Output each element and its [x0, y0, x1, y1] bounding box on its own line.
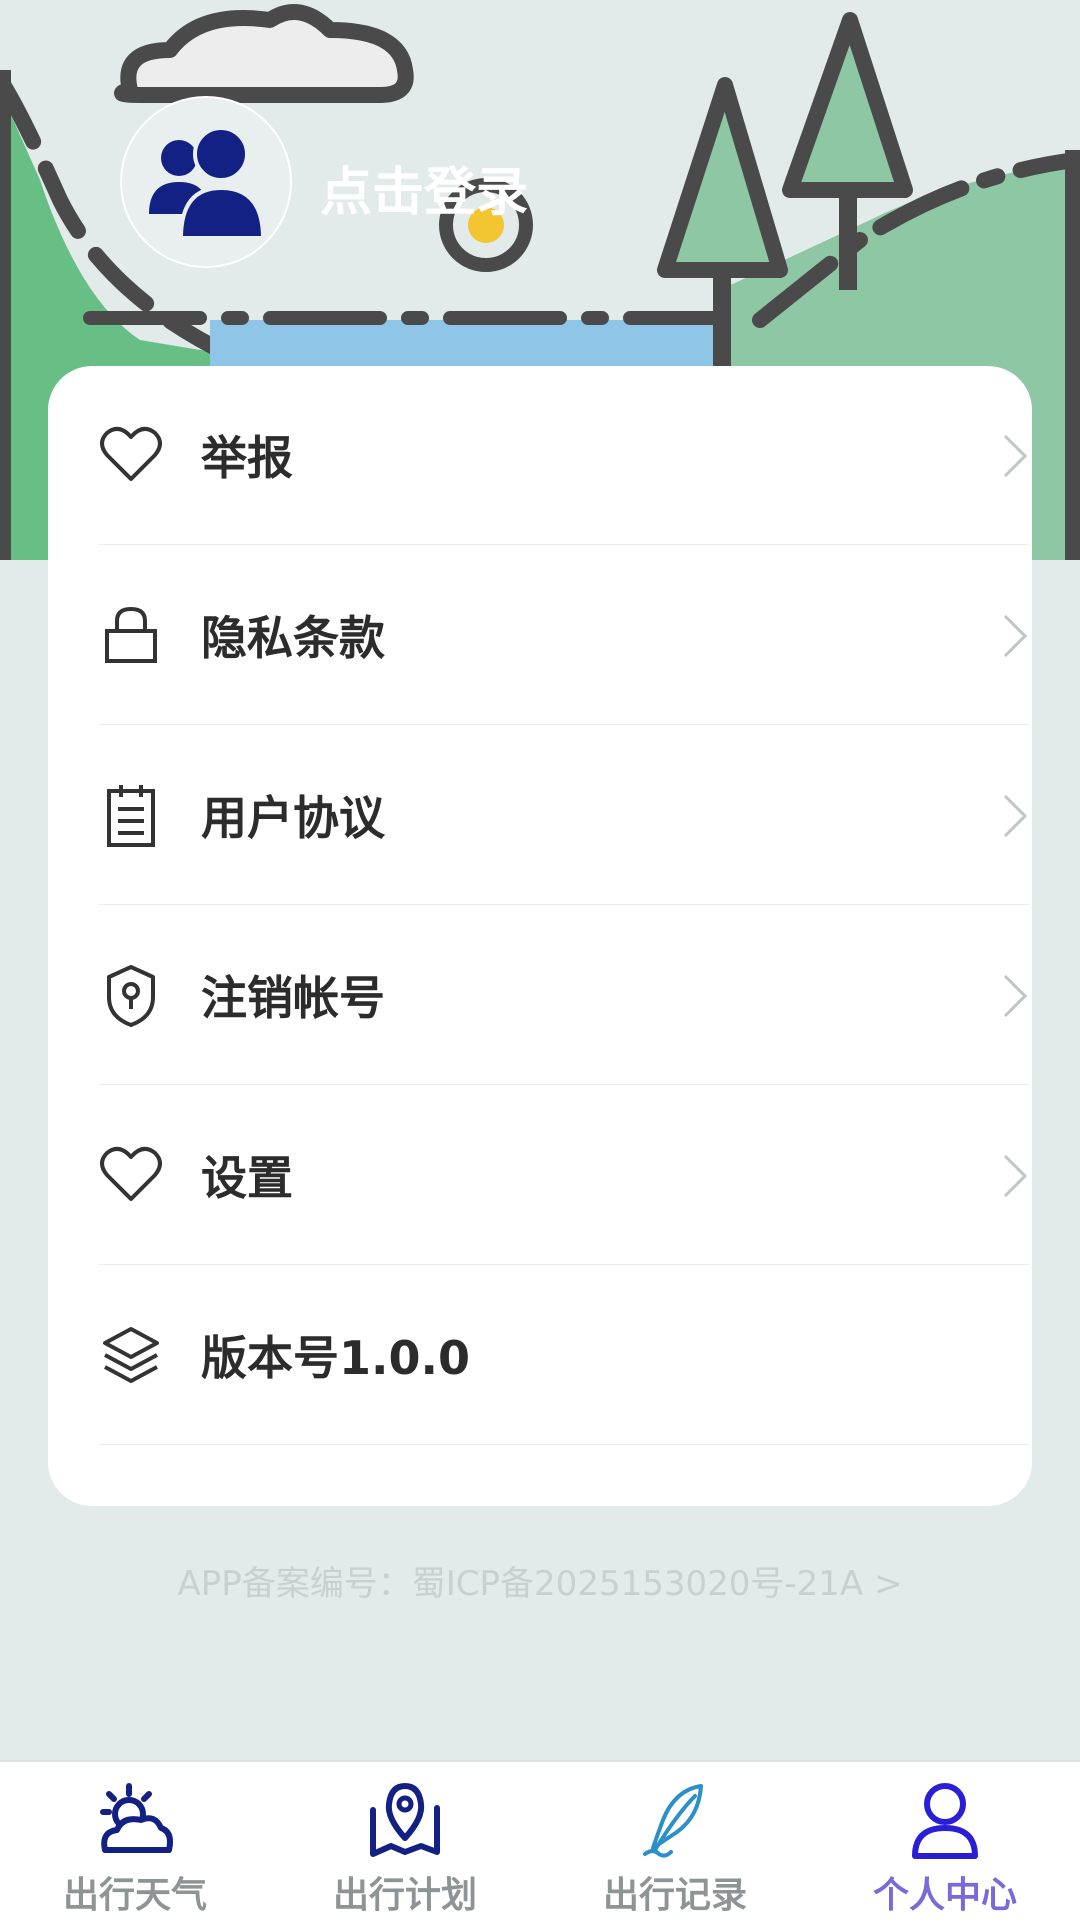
tab-records[interactable]: 出行记录: [540, 1762, 810, 1922]
menu-item-report[interactable]: 举报: [99, 366, 1029, 545]
icp-record-link[interactable]: APP备案编号：蜀ICP备2025153020号-21A >: [0, 1556, 1080, 1605]
version-label: 版本号1.0.0: [201, 1331, 470, 1385]
layers-icon: [99, 1323, 163, 1387]
menu-item-label: 设置: [201, 1151, 293, 1205]
menu-item-version: 版本号1.0.0: [99, 1266, 1029, 1445]
tab-label: 出行计划: [332, 1875, 477, 1916]
tab-label: 个人中心: [872, 1875, 1017, 1916]
tab-profile[interactable]: 个人中心: [810, 1762, 1080, 1922]
menu-item-privacy[interactable]: 隐私条款: [99, 546, 1029, 725]
menu-item-user-agreement[interactable]: 用户协议: [99, 726, 1029, 905]
tab-weather[interactable]: 出行天气: [0, 1762, 270, 1922]
users-icon: [149, 126, 266, 240]
lock-icon: [99, 603, 163, 667]
map-pin-icon: [370, 1783, 440, 1857]
menu-item-settings[interactable]: 设置: [99, 1086, 1029, 1265]
tab-label: 出行天气: [62, 1875, 207, 1916]
chevron-right-icon: [1003, 1154, 1028, 1198]
login-link[interactable]: 点击登录: [320, 150, 528, 225]
chevron-right-icon: [1003, 794, 1028, 838]
document-icon: [99, 783, 163, 847]
heart-icon: [99, 423, 163, 487]
chevron-right-icon: [1003, 974, 1028, 1018]
weather-icon: [100, 1783, 173, 1853]
tab-label: 出行记录: [602, 1875, 747, 1916]
person-icon: [912, 1783, 978, 1859]
menu-item-label: 注销帐号: [201, 971, 385, 1025]
chevron-right-icon: [1003, 614, 1028, 658]
menu-item-label: 用户协议: [201, 791, 385, 845]
menu-item-label: 举报: [201, 431, 293, 485]
bottom-tab-bar: 出行天气 出行计划 出行记录 个人中心: [0, 1760, 1080, 1922]
menu-item-delete-account[interactable]: 注销帐号: [99, 906, 1029, 1085]
heart-icon: [99, 1143, 163, 1207]
avatar[interactable]: [120, 96, 292, 268]
shield-icon: [99, 963, 163, 1027]
feather-icon: [643, 1784, 703, 1858]
menu-card: 举报 隐私条款 用户协议 注销帐号 设置 版本号1.0.0: [48, 366, 1032, 1506]
tab-plan[interactable]: 出行计划: [270, 1762, 540, 1922]
chevron-right-icon: [1003, 434, 1028, 478]
menu-item-label: 隐私条款: [201, 611, 385, 665]
